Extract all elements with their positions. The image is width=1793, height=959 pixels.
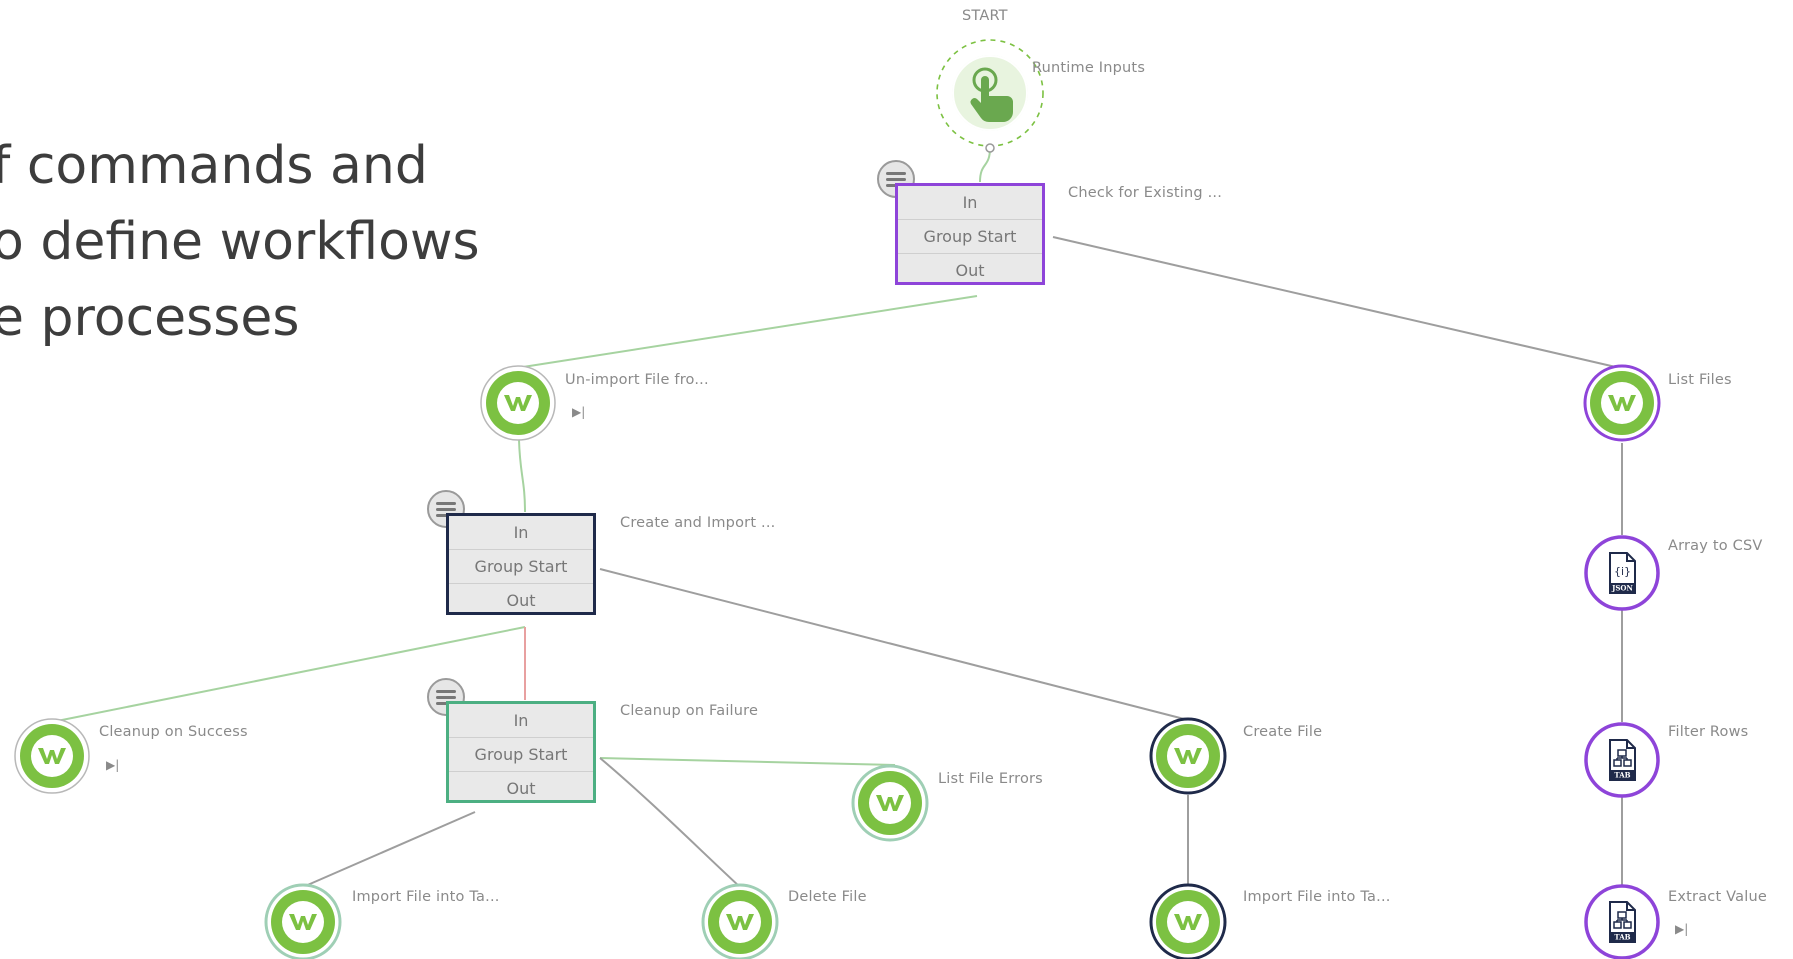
- group-in-row: In: [513, 523, 529, 542]
- runtime-inputs-label: Runtime Inputs: [1032, 60, 1146, 76]
- filter-rows-node[interactable]: TAB: [1584, 722, 1660, 798]
- file-badge-text: TAB: [1614, 771, 1630, 780]
- delete-file-node[interactable]: [701, 883, 779, 959]
- unimport-file-label: Un-import File fro...: [565, 372, 709, 388]
- edge-failure-to-listerrors: [599, 757, 896, 766]
- edge-check-to-unimport: [522, 295, 978, 368]
- import-file-2-node[interactable]: [1149, 883, 1227, 959]
- runtime-inputs-node[interactable]: [935, 38, 1045, 153]
- array-to-csv-node[interactable]: {i} JSON: [1584, 535, 1660, 611]
- group-in-row: In: [962, 193, 978, 212]
- workflow-canvas: f commands and o define workflows e proc…: [0, 0, 1793, 959]
- extract-value-node[interactable]: TAB: [1584, 884, 1660, 959]
- list-files-label: List Files: [1668, 372, 1732, 388]
- check-existing-label: Check for Existing ...: [1068, 185, 1223, 201]
- create-import-group[interactable]: In Group Start Out: [446, 513, 596, 615]
- edge-create-to-createfile: [599, 568, 1189, 721]
- edge-check-to-listfiles: [1052, 236, 1621, 369]
- cleanup-failure-label: Cleanup on Failure: [620, 703, 759, 719]
- group-in-row: In: [513, 711, 529, 730]
- group-out-row: Out: [506, 591, 536, 610]
- group-out-row: Out: [506, 779, 536, 798]
- unimport-file-node[interactable]: [480, 365, 556, 441]
- group-start-row: Group Start: [898, 219, 1042, 254]
- play-step-icon[interactable]: ▶|: [572, 405, 585, 419]
- import-file-1-label: Import File into Ta...: [352, 889, 500, 905]
- create-file-label: Create File: [1243, 724, 1323, 740]
- svg-text:{i}: {i}: [1614, 565, 1631, 578]
- start-label: START: [962, 8, 1008, 24]
- play-step-icon[interactable]: ▶|: [106, 758, 119, 772]
- group-start-row: Group Start: [449, 549, 593, 584]
- array-to-csv-label: Array to CSV: [1668, 538, 1763, 554]
- group-out-row: Out: [955, 261, 985, 280]
- create-file-node[interactable]: [1149, 717, 1227, 795]
- list-file-errors-label: List File Errors: [938, 771, 1043, 787]
- edge-start-to-check: [979, 147, 991, 183]
- list-file-errors-node[interactable]: [851, 764, 929, 842]
- edge-unimport-to-create: [518, 439, 526, 513]
- filter-rows-label: Filter Rows: [1668, 724, 1749, 740]
- edge-failure-to-import1: [302, 811, 476, 888]
- create-import-label: Create and Import ...: [620, 515, 776, 531]
- play-step-icon[interactable]: ▶|: [1675, 922, 1688, 936]
- cleanup-success-node[interactable]: [14, 718, 90, 794]
- file-badge-text: JSON: [1611, 584, 1633, 593]
- edge-failure-to-delete: [599, 757, 741, 888]
- check-existing-group[interactable]: In Group Start Out: [895, 183, 1045, 285]
- cleanup-failure-group[interactable]: In Group Start Out: [446, 701, 596, 803]
- import-file-2-label: Import File into Ta...: [1243, 889, 1391, 905]
- import-file-1-node[interactable]: [264, 883, 342, 959]
- cleanup-success-label: Cleanup on Success: [99, 724, 248, 740]
- list-files-node[interactable]: [1583, 364, 1661, 442]
- file-badge-text: TAB: [1614, 933, 1630, 942]
- extract-value-label: Extract Value: [1668, 889, 1767, 905]
- delete-file-label: Delete File: [788, 889, 867, 905]
- group-start-row: Group Start: [449, 737, 593, 772]
